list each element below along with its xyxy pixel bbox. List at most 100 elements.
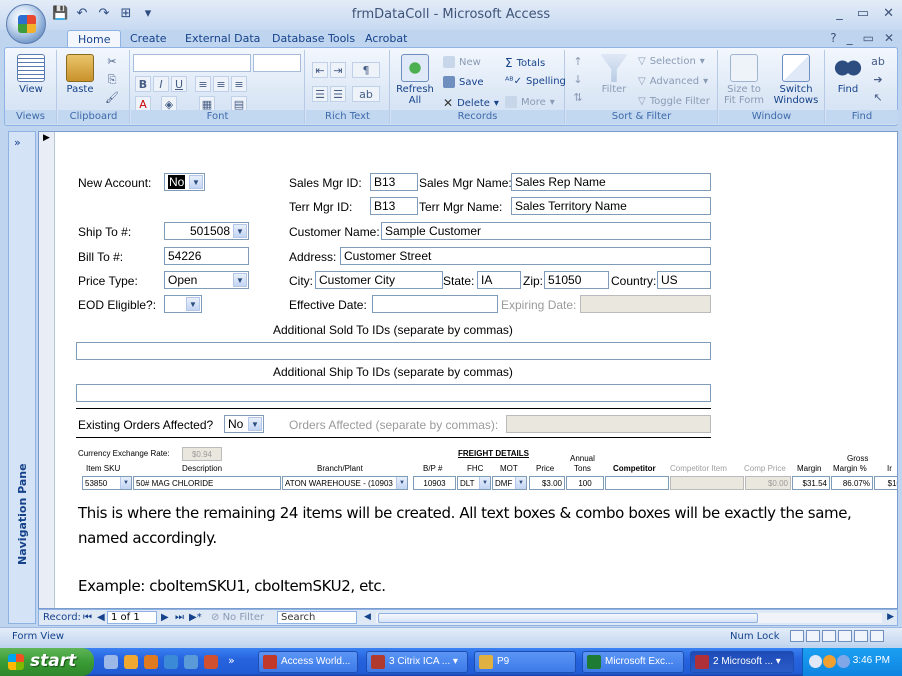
ship-to-combo[interactable]: 501508 ▼ — [164, 222, 249, 240]
task-microsoft[interactable]: 2 Microsoft ... ▾ — [690, 651, 794, 673]
firefox-icon[interactable] — [124, 655, 138, 669]
new-account-combo[interactable]: No ▼ — [164, 173, 205, 191]
horizontal-scrollbar[interactable]: ◀ ▶ — [364, 612, 894, 624]
maximize-button[interactable]: ▭ — [857, 6, 869, 21]
state-field[interactable]: IA — [477, 271, 521, 289]
size-to-fit-button[interactable]: Size to Fit Form — [721, 54, 767, 106]
show-desktop-icon[interactable] — [104, 655, 118, 669]
address-field[interactable]: Customer Street — [340, 247, 711, 265]
dropdown-icon[interactable]: ▼ — [479, 477, 490, 489]
new-record-button[interactable]: New — [443, 56, 481, 68]
tab-create[interactable]: Create — [120, 30, 177, 48]
dropdown-icon[interactable]: ▼ — [120, 477, 131, 489]
find-button[interactable]: Find — [830, 54, 866, 95]
browser-icon[interactable] — [144, 655, 158, 669]
start-button[interactable]: start — [0, 648, 94, 676]
country-field[interactable]: US — [657, 271, 711, 289]
task-excel[interactable]: Microsoft Exc... — [582, 651, 684, 673]
gross-field[interactable]: $10 — [874, 476, 897, 490]
bullets-icon[interactable]: ☰ — [330, 86, 346, 102]
align-center-icon[interactable]: ≡ — [213, 76, 229, 92]
tab-acrobat[interactable]: Acrobat — [355, 30, 417, 48]
restore-button[interactable]: ▭ — [863, 31, 874, 45]
pivotchart-view-icon[interactable] — [838, 630, 852, 642]
increase-indent-icon[interactable]: ⇥ — [330, 62, 346, 78]
underline-button[interactable]: U — [171, 76, 187, 92]
filter-button[interactable]: Filter — [592, 54, 636, 95]
city-field[interactable]: Customer City — [315, 271, 443, 289]
refresh-all-button[interactable]: Refresh All — [395, 54, 435, 106]
item-sku-combo[interactable]: 53850 ▼ — [82, 476, 132, 490]
decrease-indent-icon[interactable]: ⇤ — [312, 62, 328, 78]
italic-button[interactable]: I — [153, 76, 169, 92]
record-position-field[interactable]: 1 of 1 — [107, 611, 157, 624]
help-icon[interactable]: ? — [830, 31, 836, 45]
numbering-icon[interactable]: ☰ — [312, 86, 328, 102]
expand-nav-icon[interactable]: » — [14, 136, 21, 149]
dropdown-icon[interactable]: ▼ — [515, 477, 526, 489]
bill-to-field[interactable]: 54226 — [164, 247, 249, 265]
font-name-select[interactable] — [133, 54, 251, 72]
tab-home[interactable]: Home — [67, 30, 122, 48]
tray-network-icon[interactable] — [837, 655, 850, 668]
effective-date-field[interactable] — [372, 295, 498, 313]
task-access-world[interactable]: Access World... — [258, 651, 358, 673]
eod-eligible-combo[interactable]: ▼ — [164, 295, 202, 313]
scrollbar-thumb[interactable] — [378, 613, 758, 623]
no-filter-button[interactable]: ⊘ No Filter — [211, 612, 264, 623]
ribbon-minimize-button[interactable]: _ — [847, 31, 853, 45]
ie-icon[interactable] — [164, 655, 178, 669]
task-citrix[interactable]: 3 Citrix ICA ... ▾ — [366, 651, 468, 673]
highlight-icon[interactable]: ab — [352, 86, 380, 102]
delete-record-button[interactable]: ✕ Delete ▾ — [443, 96, 499, 110]
clear-sort-icon[interactable]: ⇅ — [570, 90, 586, 106]
customer-name-field[interactable]: Sample Customer — [381, 222, 711, 240]
record-selector[interactable]: ▶ — [39, 132, 55, 608]
spelling-button[interactable]: ᴬᴮ✓ Spelling — [505, 76, 566, 87]
zip-field[interactable]: 51050 — [544, 271, 609, 289]
tab-database-tools[interactable]: Database Tools — [262, 30, 365, 48]
copy-icon[interactable]: ⎘ — [104, 72, 120, 88]
minimize-button[interactable]: _ — [836, 6, 843, 21]
dropdown-icon[interactable]: ▼ — [248, 417, 262, 431]
align-left-icon[interactable]: ≡ — [195, 76, 211, 92]
switch-windows-button[interactable]: Switch Windows — [771, 54, 821, 106]
view-button[interactable]: View — [15, 54, 47, 95]
totals-button[interactable]: Σ Totals — [505, 56, 545, 70]
selection-button[interactable]: ▽ Selection ▾ — [638, 56, 705, 67]
replace-icon[interactable]: ab — [870, 54, 886, 70]
task-p9[interactable]: P9 — [474, 651, 576, 673]
branch-plant-combo[interactable]: ATON WAREHOUSE - (10903 ▼ — [282, 476, 408, 490]
margin-pct-field[interactable]: 86.07% — [831, 476, 873, 490]
price-type-combo[interactable]: Open ▼ — [164, 271, 249, 289]
doc-close-button[interactable]: ✕ — [884, 31, 894, 45]
office-button[interactable] — [6, 4, 46, 44]
quicklaunch-more-icon[interactable]: » — [228, 654, 235, 667]
dropdown-icon[interactable]: ▼ — [233, 273, 247, 287]
tons-field[interactable]: 100 — [566, 476, 604, 490]
additional-sold-to-field[interactable] — [76, 342, 711, 360]
more-button[interactable]: More ▾ — [505, 96, 555, 108]
navigation-pane[interactable]: » Navigation Pane — [8, 131, 36, 624]
competitor-field[interactable] — [605, 476, 669, 490]
format-painter-icon[interactable]: 🖌 — [104, 90, 120, 106]
save-record-button[interactable]: Save — [443, 76, 484, 88]
close-button[interactable]: ✕ — [883, 6, 894, 21]
toggle-filter-button[interactable]: ▽ Toggle Filter — [638, 96, 710, 107]
last-record-icon[interactable]: ⏭ — [175, 612, 184, 623]
price-field[interactable]: $3.00 — [529, 476, 565, 490]
dropdown-icon[interactable]: ▼ — [186, 297, 200, 311]
next-record-icon[interactable]: ▶ — [161, 612, 169, 623]
pivottable-view-icon[interactable] — [822, 630, 836, 642]
terr-mgr-id-field[interactable]: B13 — [370, 197, 418, 215]
search-field[interactable]: Search — [277, 611, 357, 624]
first-record-icon[interactable]: ⏮ — [83, 612, 92, 623]
tray-app-icon[interactable] — [823, 655, 836, 668]
description-field[interactable]: 50# MAG CHLORIDE — [133, 476, 281, 490]
terr-mgr-name-field[interactable]: Sales Territory Name — [511, 197, 711, 215]
cut-icon[interactable]: ✂ — [104, 54, 120, 70]
layout-view-icon[interactable] — [854, 630, 868, 642]
mot-combo[interactable]: DMF ▼ — [492, 476, 527, 490]
sales-mgr-id-field[interactable]: B13 — [370, 173, 418, 191]
dropdown-icon[interactable]: ▼ — [189, 175, 203, 189]
